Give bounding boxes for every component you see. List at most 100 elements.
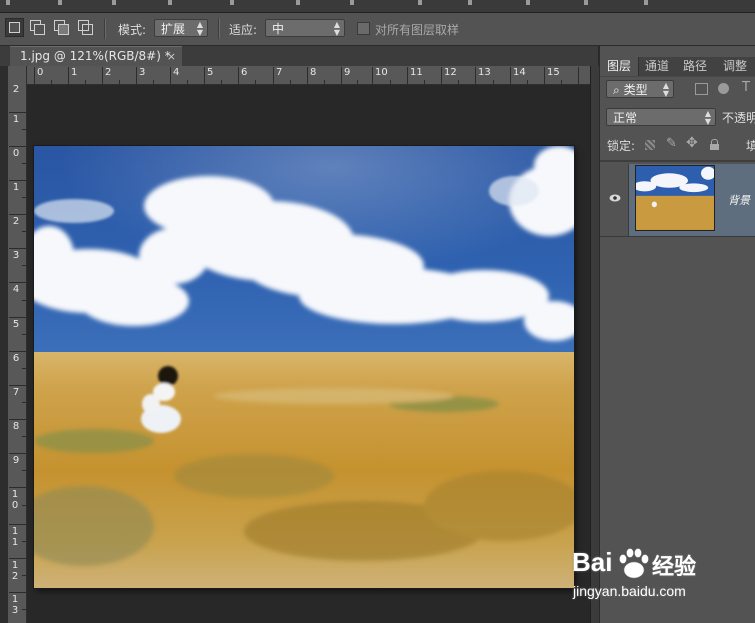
document-title: 1.jpg @ 121%(RGB/8#) * — [20, 49, 171, 63]
visibility-toggle[interactable] — [600, 164, 629, 236]
tab-layers[interactable]: 图层 — [600, 57, 639, 76]
tab-channels[interactable]: 通道 — [638, 57, 676, 76]
canvas-image[interactable] — [34, 146, 574, 588]
ruler-number: 3 — [12, 250, 20, 261]
pattern-lock-icon[interactable] — [645, 140, 655, 150]
ruler-number: 4 — [173, 67, 180, 78]
menu-fragment — [350, 0, 354, 5]
menu-fragment — [6, 0, 10, 5]
menu-fragment — [584, 0, 588, 5]
wheat-field-photo — [34, 146, 574, 588]
new-selection-button[interactable] — [5, 18, 24, 37]
ruler-number: 1 — [12, 114, 20, 125]
ruler-number: 6 — [12, 353, 20, 364]
panel-tab-bar: 图层 通道 路径 调整 — [600, 57, 755, 77]
updown-arrow-icon: ▲ ▼ — [704, 109, 711, 126]
divider — [104, 19, 106, 39]
rect-marquee-icon — [9, 22, 20, 33]
divider — [218, 19, 220, 39]
circle-filter-icon[interactable] — [718, 83, 729, 94]
menu-fragment — [230, 0, 234, 5]
tab-paths[interactable]: 路径 — [676, 57, 714, 76]
ruler-number: 1 1 — [11, 526, 19, 548]
watermark-brand: Bai — [572, 547, 613, 577]
ruler-number: 1 0 — [11, 489, 19, 511]
ruler-number: 1 2 — [11, 560, 19, 582]
layers-panel: 图层 通道 路径 调整 ⌕ 类型 ▲ ▼ T 正常 ▲ ▼ 不透明 锁定: ✎ ✥ … — [599, 46, 755, 623]
paw-icon — [619, 548, 649, 579]
watermark-brand-tail: 经验 — [652, 555, 697, 580]
ruler-number: 2 — [12, 216, 20, 227]
adapt-value: 中 — [272, 22, 285, 36]
opacity-label: 不透明 — [722, 111, 755, 125]
brush-icon[interactable]: ✎ — [666, 136, 677, 151]
mode-dropdown[interactable]: 扩展 ▲ ▼ — [154, 19, 208, 37]
fill-label: 填 — [746, 139, 755, 153]
ruler-number: 8 — [12, 421, 20, 432]
vertical-ruler[interactable]: 2 1 0 1 2 3 4 5 6 7 8 9 1 0 1 1 1 2 1 3 — [8, 84, 27, 623]
ruler-number: 2 — [105, 67, 112, 78]
ruler-number: 12 — [444, 67, 457, 78]
image-filter-icon[interactable] — [695, 83, 708, 95]
ruler-number: 0 — [12, 148, 20, 159]
ruler-number: 15 — [547, 67, 560, 78]
watermark-url: jingyan.baidu.com — [573, 583, 686, 599]
ruler-number: 7 — [12, 387, 20, 398]
ruler-number: 13 — [478, 67, 491, 78]
mode-label: 模式: — [118, 23, 147, 37]
ruler-number: 5 — [12, 319, 20, 330]
add-selection-button[interactable] — [30, 20, 45, 35]
blend-mode-dropdown[interactable]: 正常 ▲ ▼ — [606, 108, 716, 126]
menu-fragment — [644, 0, 648, 5]
menu-fragment — [168, 0, 172, 5]
adapt-dropdown[interactable]: 中 ▲ ▼ — [265, 19, 345, 37]
ruler-origin[interactable] — [8, 66, 27, 85]
sample-all-layers-checkbox[interactable] — [357, 22, 370, 35]
document-tab[interactable]: 1.jpg @ 121%(RGB/8#) * × — [10, 46, 182, 66]
text-filter-icon[interactable]: T — [742, 80, 750, 95]
close-icon[interactable]: × — [167, 47, 176, 66]
ruler-number: 1 — [71, 67, 78, 78]
baidu-jingyan-watermark: Bai 经验 jingyan.baidu.com — [572, 547, 717, 607]
menu-fragment — [418, 0, 422, 5]
subtract-selection-button[interactable] — [54, 20, 69, 35]
move-icon[interactable]: ✥ — [686, 135, 698, 151]
ruler-number: 8 — [310, 67, 317, 78]
options-bar: 模式: 扩展 ▲ ▼ 适应: 中 ▲ ▼ 对所有图层取样 — [0, 13, 755, 46]
updown-arrow-icon: ▲ ▼ — [662, 81, 669, 98]
ruler-number: 10 — [375, 67, 388, 78]
ruler-number: 11 — [410, 67, 423, 78]
menu-fragment — [526, 0, 530, 5]
menu-fragment — [468, 0, 472, 5]
ruler-number: 2 — [12, 84, 20, 95]
lock-label: 锁定: — [607, 139, 636, 153]
ruler-number: 6 — [241, 67, 248, 78]
eye-icon — [609, 194, 621, 202]
ruler-number: 5 — [207, 67, 214, 78]
ruler-number: 9 — [12, 455, 20, 466]
layer-name: 背景 — [728, 194, 750, 207]
adapt-label: 适应: — [229, 23, 258, 37]
tab-adjustments[interactable]: 调整 — [714, 57, 755, 76]
sample-all-layers-label: 对所有图层取样 — [375, 23, 460, 37]
vertical-scrollbar[interactable] — [590, 66, 599, 623]
layer-thumbnail — [635, 165, 715, 231]
ruler-number: 4 — [12, 284, 20, 295]
horizontal-ruler[interactable]: 0 1 2 3 4 5 6 7 8 9 10 11 12 13 14 15 — [8, 66, 591, 85]
ruler-number: 9 — [344, 67, 351, 78]
ruler-number: 0 — [37, 67, 44, 78]
lock-icon[interactable] — [710, 139, 719, 150]
intersect-selection-button[interactable] — [78, 20, 93, 35]
ruler-number: 7 — [276, 67, 283, 78]
ruler-number: 1 — [12, 182, 20, 193]
menu-bar-strip — [0, 0, 755, 13]
document-tab-bar: 1.jpg @ 121%(RGB/8#) * × — [0, 46, 598, 66]
menu-fragment — [296, 0, 300, 5]
ruler-number: 3 — [139, 67, 146, 78]
search-icon: ⌕ — [613, 83, 620, 97]
layer-row-background[interactable]: 背景 — [600, 164, 755, 237]
filter-kind-dropdown[interactable]: ⌕ 类型 ▲ ▼ — [606, 80, 674, 98]
ruler-number: 14 — [513, 67, 526, 78]
menu-fragment — [112, 0, 116, 5]
blend-mode-value: 正常 — [613, 111, 638, 125]
